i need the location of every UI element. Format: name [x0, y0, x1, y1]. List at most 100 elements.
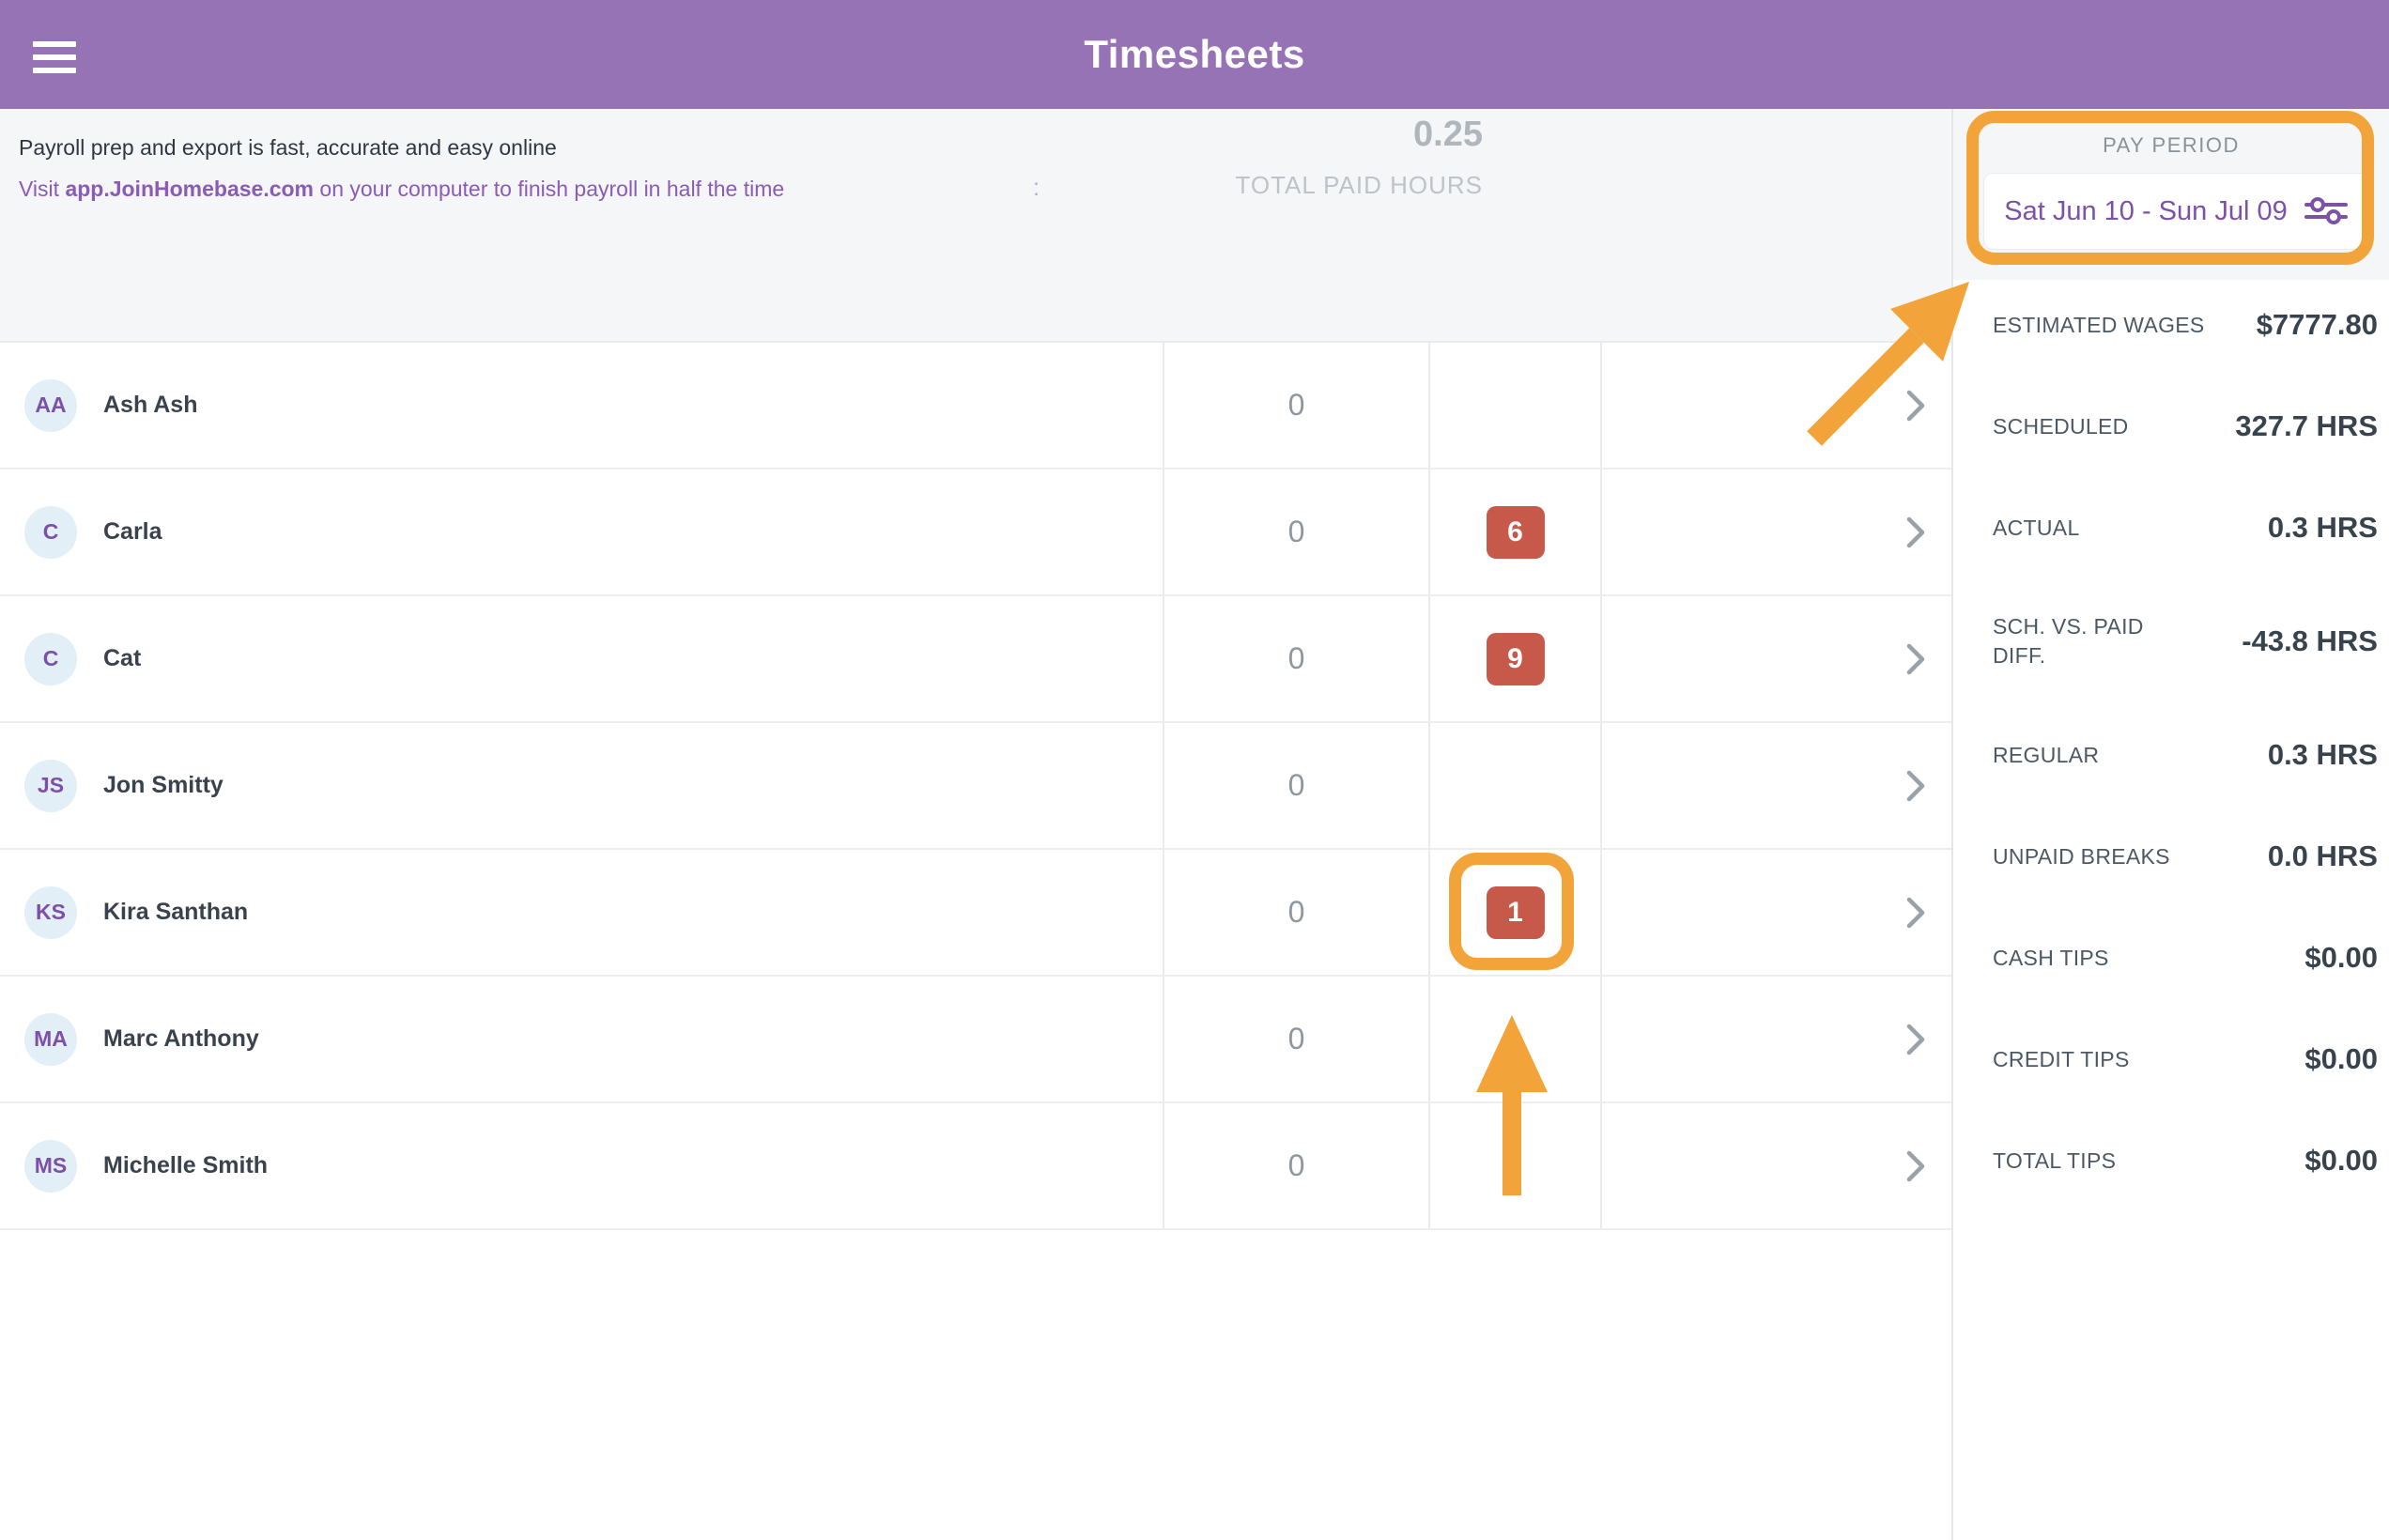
stat-value: -43.8 HRS	[2242, 624, 2378, 658]
employee-name: Cat	[103, 645, 141, 672]
stat-label: ESTIMATED WAGES	[1993, 313, 2205, 338]
show-timesheets-cell[interactable]	[1600, 850, 1951, 975]
stat-value: 0.0 HRS	[2268, 839, 2378, 873]
stat-regular: REGULAR 0.3 HRS	[1993, 738, 2378, 772]
stat-credit-tips: CREDIT TIPS $0.00	[1993, 1042, 2378, 1076]
stat-estimated-wages: ESTIMATED WAGES $7777.80	[1993, 308, 2378, 342]
stat-value: 0.3 HRS	[2268, 511, 2378, 545]
employee-cell: C Carla	[0, 470, 1163, 594]
issues-cell: 6	[1428, 470, 1600, 594]
employee-cell: MS Michelle Smith	[0, 1103, 1163, 1228]
employee-cell: MA Marc Anthony	[0, 977, 1163, 1101]
promo-link[interactable]: app.JoinHomebase.com	[65, 177, 314, 201]
stat-actual: ACTUAL 0.3 HRS	[1993, 511, 2378, 545]
stat-cash-tips: CASH TIPS $0.00	[1993, 941, 2378, 975]
show-timesheets-cell[interactable]	[1600, 723, 1951, 848]
show-timesheets-cell[interactable]	[1600, 1103, 1951, 1228]
issues-cell	[1428, 343, 1600, 468]
employee-cell: AA Ash Ash	[0, 343, 1163, 468]
employee-name: Carla	[103, 518, 162, 546]
stat-value: 327.7 HRS	[2235, 409, 2378, 443]
show-timesheets-cell[interactable]	[1600, 343, 1951, 468]
pay-period-range: Sat Jun 10 - Sun Jul 09	[2004, 196, 2287, 227]
promo-link-prefix: Visit	[19, 177, 65, 201]
stat-value: $0.00	[2304, 1042, 2378, 1076]
promo-link-line: Visit app.JoinHomebase.com on your compu…	[19, 177, 784, 202]
stat-value: $7777.80	[2257, 308, 2378, 342]
stat-scheduled: SCHEDULED 327.7 HRS	[1993, 409, 2378, 443]
promo-banner: Payroll prep and export is fast, accurat…	[0, 109, 1951, 341]
stat-label: SCH. VS. PAID DIFF.	[1993, 612, 2190, 670]
issues-cell: 1	[1428, 850, 1600, 975]
issues-cell	[1428, 723, 1600, 848]
pay-period-label: PAY PERIOD	[1953, 133, 2389, 158]
paid-hours-cell: 0	[1163, 977, 1428, 1101]
stat-value: 0.3 HRS	[2268, 738, 2378, 772]
stat-sch-vs-paid-diff: SCH. VS. PAID DIFF. -43.8 HRS	[1993, 612, 2378, 670]
promo-colon: :	[1033, 175, 1040, 202]
stat-unpaid-breaks: UNPAID BREAKS 0.0 HRS	[1993, 839, 2378, 873]
stat-value: $0.00	[2304, 1144, 2378, 1178]
paid-hours-cell: 0	[1163, 596, 1428, 721]
show-timesheets-cell[interactable]	[1600, 596, 1951, 721]
employee-cell: JS Jon Smitty	[0, 723, 1163, 848]
table-row[interactable]: C Cat 0 9	[0, 596, 1951, 723]
timesheets-screen: Timesheets Payroll prep and export is fa…	[0, 0, 2389, 1540]
employee-cell: KS Kira Santhan	[0, 850, 1163, 975]
chevron-right-icon	[1904, 767, 1927, 805]
avatar: AA	[24, 379, 77, 432]
page-title: Timesheets	[0, 0, 2389, 109]
summary-sidebar: PAY PERIOD Sat Jun 10 - Sun Jul 09 ESTIM…	[1951, 109, 2389, 1540]
paid-hours-cell: 0	[1163, 850, 1428, 975]
issues-badge[interactable]: 1	[1487, 886, 1545, 939]
issues-badge[interactable]: 9	[1487, 633, 1545, 685]
employee-table: AA Ash Ash 0 C Carla 0 6 C	[0, 341, 1951, 1230]
table-row[interactable]: KS Kira Santhan 0 1	[0, 850, 1951, 977]
chevron-right-icon	[1904, 387, 1927, 424]
stat-label: CREDIT TIPS	[1993, 1047, 2130, 1072]
avatar: MS	[24, 1140, 77, 1193]
table-row[interactable]: MS Michelle Smith 0	[0, 1103, 1951, 1230]
avatar: JS	[24, 760, 77, 812]
show-timesheets-cell[interactable]	[1600, 470, 1951, 594]
employee-name: Marc Anthony	[103, 1025, 259, 1053]
avatar: C	[24, 633, 77, 685]
stat-label: SCHEDULED	[1993, 414, 2129, 439]
table-row[interactable]: MA Marc Anthony 0	[0, 977, 1951, 1103]
total-paid-hours: 0.25 TOTAL PAID HOURS	[1235, 116, 1483, 200]
issues-badge[interactable]: 6	[1487, 506, 1545, 559]
total-paid-hours-value: 0.25	[1235, 116, 1483, 152]
summary-stats: ESTIMATED WAGES $7777.80 SCHEDULED 327.7…	[1993, 308, 2378, 1245]
stat-label: REGULAR	[1993, 743, 2099, 768]
promo-text: Payroll prep and export is fast, accurat…	[19, 135, 557, 161]
table-row[interactable]: JS Jon Smitty 0	[0, 723, 1951, 850]
paid-hours-cell: 0	[1163, 470, 1428, 594]
table-row[interactable]: AA Ash Ash 0	[0, 343, 1951, 470]
stat-total-tips: TOTAL TIPS $0.00	[1993, 1144, 2378, 1178]
chevron-right-icon	[1904, 514, 1927, 551]
paid-hours-cell: 0	[1163, 343, 1428, 468]
issues-cell: 9	[1428, 596, 1600, 721]
employee-cell: C Cat	[0, 596, 1163, 721]
show-timesheets-cell[interactable]	[1600, 977, 1951, 1101]
avatar: MA	[24, 1013, 77, 1066]
issues-cell	[1428, 977, 1600, 1101]
chevron-right-icon	[1904, 640, 1927, 678]
employee-name: Kira Santhan	[103, 899, 248, 926]
table-row[interactable]: C Carla 0 6	[0, 470, 1951, 596]
chevron-right-icon	[1904, 894, 1927, 932]
avatar: C	[24, 506, 77, 559]
employee-name: Michelle Smith	[103, 1152, 268, 1179]
avatar: KS	[24, 886, 77, 939]
total-paid-hours-label: TOTAL PAID HOURS	[1235, 171, 1483, 200]
promo-link-suffix: on your computer to finish payroll in ha…	[314, 177, 784, 201]
stat-label: UNPAID BREAKS	[1993, 844, 2170, 870]
stat-value: $0.00	[2304, 941, 2378, 975]
issues-cell	[1428, 1103, 1600, 1228]
stat-label: TOTAL TIPS	[1993, 1148, 2116, 1174]
pay-period-selector[interactable]: Sat Jun 10 - Sun Jul 09	[1983, 173, 2368, 250]
paid-hours-cell: 0	[1163, 723, 1428, 848]
employee-name: Ash Ash	[103, 392, 197, 419]
stat-label: ACTUAL	[1993, 516, 2080, 541]
sliders-icon	[2304, 197, 2348, 225]
